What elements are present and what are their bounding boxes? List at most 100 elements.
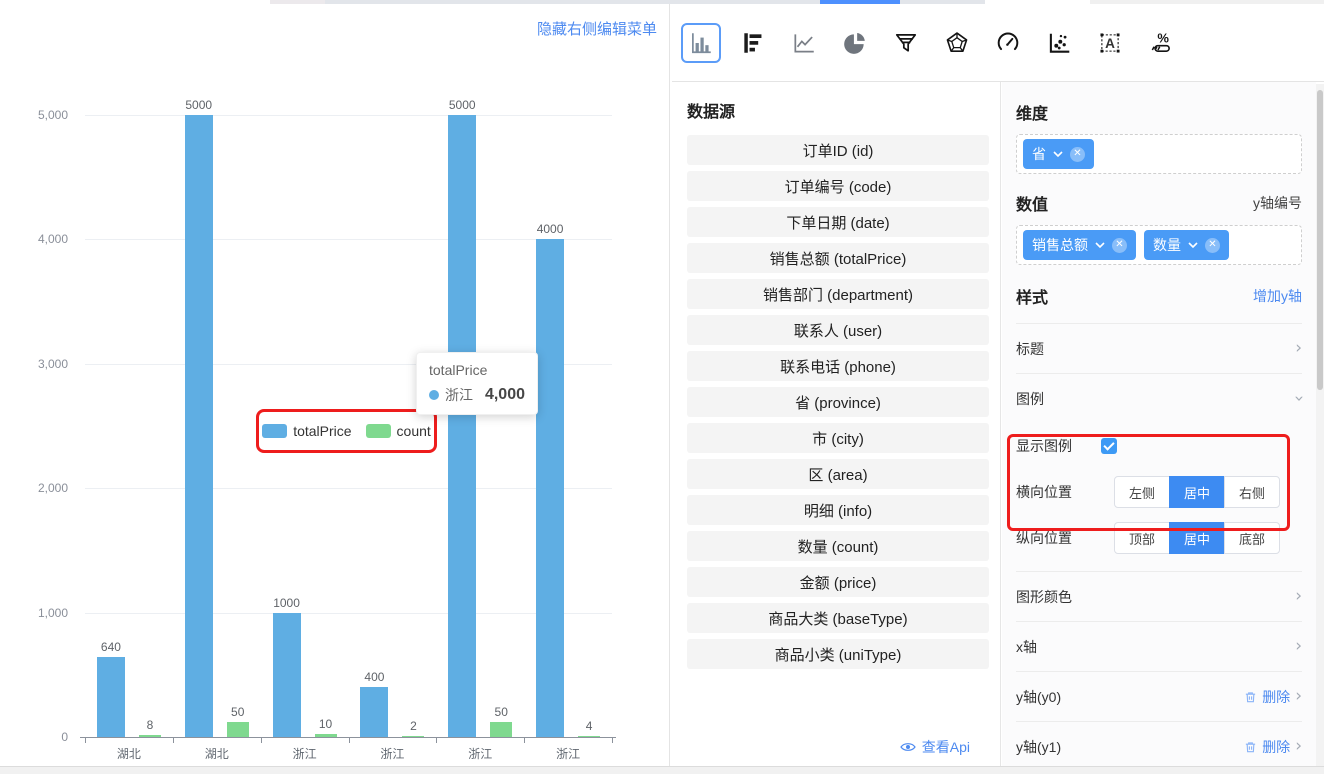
datasource-field[interactable]: 订单编号 (code) — [687, 171, 989, 201]
legend-swatch-blue — [262, 424, 287, 438]
datasource-field[interactable]: 联系人 (user) — [687, 315, 989, 345]
dimension-tag[interactable]: 省✕ — [1023, 139, 1094, 169]
row-x-axis-section[interactable]: x轴 › — [1016, 621, 1302, 671]
x-axis-tick — [85, 737, 86, 743]
funnel-chart-icon[interactable] — [887, 24, 925, 62]
add-y-axis-link[interactable]: 增加y轴 — [1253, 286, 1302, 306]
value-dropzone[interactable]: 销售总额✕ 数量✕ — [1016, 225, 1302, 265]
view-api-link[interactable]: 查看Api — [900, 737, 970, 757]
scatter-chart-icon[interactable] — [1040, 24, 1078, 62]
datasource-field[interactable]: 销售总额 (totalPrice) — [687, 243, 989, 273]
bar-count[interactable] — [490, 722, 512, 737]
vertical-scrollbar[interactable] — [1316, 84, 1324, 766]
bar-group: 40004 — [524, 115, 612, 737]
bar-count[interactable] — [402, 736, 424, 738]
radar-chart-icon[interactable] — [938, 24, 976, 62]
bar-totalprice[interactable] — [360, 687, 388, 737]
dimension-title: 维度 — [1016, 100, 1302, 124]
percent-progress-icon[interactable]: % — [1142, 24, 1180, 62]
vertical-position-option[interactable]: 底部 — [1224, 522, 1280, 554]
row-label: y轴(y0) — [1016, 687, 1061, 707]
eye-icon — [900, 741, 916, 753]
horizontal-scrollbar[interactable] — [0, 766, 1324, 774]
row-title-section[interactable]: 标题 › — [1016, 323, 1302, 373]
bar-count[interactable] — [227, 722, 249, 737]
row-label: x轴 — [1016, 637, 1037, 657]
bar-column: 5000 — [448, 98, 476, 737]
horizontal-bar-chart-icon[interactable] — [734, 24, 772, 62]
bar-chart-icon[interactable] — [681, 23, 721, 63]
bar-count[interactable] — [315, 734, 337, 737]
datasource-field[interactable]: 下单日期 (date) — [687, 207, 989, 237]
bar-count[interactable] — [578, 736, 600, 738]
horizontal-position-label: 横向位置 — [1016, 482, 1072, 502]
remove-tag-icon[interactable]: ✕ — [1070, 147, 1085, 162]
dimension-dropzone[interactable]: 省✕ — [1016, 134, 1302, 174]
measure-tag[interactable]: 销售总额✕ — [1023, 230, 1136, 260]
bar-data-label: 2 — [410, 719, 417, 733]
y-axis-tick-label: 3,000 — [14, 357, 68, 371]
top-strip-active-tab-indicator — [820, 0, 900, 4]
datasource-field[interactable]: 销售部门 (department) — [687, 279, 989, 309]
settings-panel: 维度 省✕ 数值 y轴编号 销售总额✕数量✕ 样式 增加y轴 标题 › 图例 ›… — [1002, 82, 1316, 766]
bar-totalprice[interactable] — [448, 115, 476, 737]
bar-count[interactable] — [139, 735, 161, 737]
tooltip-series-dot — [429, 390, 439, 400]
svg-text:A: A — [1105, 35, 1115, 50]
row-y1-axis-section[interactable]: y轴(y1) 删除 › — [1016, 721, 1302, 766]
y-axis-tick-label: 4,000 — [14, 232, 68, 246]
legend-item-totalprice[interactable]: totalPrice — [262, 423, 351, 439]
y-axis-number-hint: y轴编号 — [1253, 193, 1302, 213]
measure-tag[interactable]: 数量✕ — [1144, 230, 1229, 260]
scrollbar-thumb[interactable] — [1317, 90, 1323, 390]
gauge-chart-icon[interactable] — [989, 24, 1027, 62]
row-y0-axis-section[interactable]: y轴(y0) 删除 › — [1016, 671, 1302, 721]
row-legend-section[interactable]: 图例 › — [1016, 373, 1302, 423]
text-label-icon[interactable]: A — [1091, 24, 1129, 62]
annotation-box-legend: totalPrice count — [256, 409, 437, 453]
vertical-position-option[interactable]: 居中 — [1169, 522, 1225, 554]
show-legend-checkbox[interactable] — [1101, 438, 1117, 454]
datasource-field[interactable]: 订单ID (id) — [687, 135, 989, 165]
datasource-field[interactable]: 联系电话 (phone) — [687, 351, 989, 381]
horizontal-position-option[interactable]: 左侧 — [1114, 476, 1170, 508]
datasource-field[interactable]: 省 (province) — [687, 387, 989, 417]
datasource-field[interactable]: 区 (area) — [687, 459, 989, 489]
x-axis-category-label: 浙江 — [524, 745, 612, 762]
chevron-down-icon[interactable] — [1053, 151, 1063, 158]
remove-tag-icon[interactable]: ✕ — [1112, 238, 1127, 253]
datasource-field[interactable]: 商品小类 (uniType) — [687, 639, 989, 669]
horizontal-position-option[interactable]: 右侧 — [1224, 476, 1280, 508]
bar-totalprice[interactable] — [97, 657, 125, 737]
datasource-field[interactable]: 市 (city) — [687, 423, 989, 453]
x-axis-tick — [612, 737, 613, 743]
legend-swatch-green — [366, 424, 391, 438]
chevron-right-icon: › — [1295, 340, 1302, 357]
chevron-down-icon: › — [1290, 395, 1307, 402]
chevron-down-icon[interactable] — [1188, 242, 1198, 249]
x-axis-tick — [436, 737, 437, 743]
delete-y0-link[interactable]: 删除 — [1262, 687, 1290, 707]
vertical-position-option[interactable]: 顶部 — [1114, 522, 1170, 554]
bar-totalprice[interactable] — [273, 613, 301, 737]
datasource-field[interactable]: 数量 (count) — [687, 531, 989, 561]
bar-totalprice[interactable] — [185, 115, 213, 737]
remove-tag-icon[interactable]: ✕ — [1205, 238, 1220, 253]
datasource-field[interactable]: 明细 (info) — [687, 495, 989, 525]
datasource-field[interactable]: 商品大类 (baseType) — [687, 603, 989, 633]
delete-y1-link[interactable]: 删除 — [1262, 737, 1290, 757]
datasource-field[interactable]: 金额 (price) — [687, 567, 989, 597]
row-shape-color-section[interactable]: 图形颜色 › — [1016, 571, 1302, 621]
bar-column: 10 — [315, 717, 337, 737]
svg-text:%: % — [1157, 30, 1169, 45]
pie-chart-icon[interactable] — [836, 24, 874, 62]
line-chart-icon[interactable] — [785, 24, 823, 62]
bar-data-label: 50 — [231, 705, 244, 719]
chevron-right-icon: › — [1295, 738, 1302, 755]
horizontal-position-option[interactable]: 居中 — [1169, 476, 1225, 508]
bar-totalprice[interactable] — [536, 239, 564, 737]
legend-item-count[interactable]: count — [366, 423, 431, 439]
chevron-down-icon[interactable] — [1095, 242, 1105, 249]
x-axis-category-label: 浙江 — [349, 745, 437, 762]
bar-data-label: 8 — [147, 718, 154, 732]
